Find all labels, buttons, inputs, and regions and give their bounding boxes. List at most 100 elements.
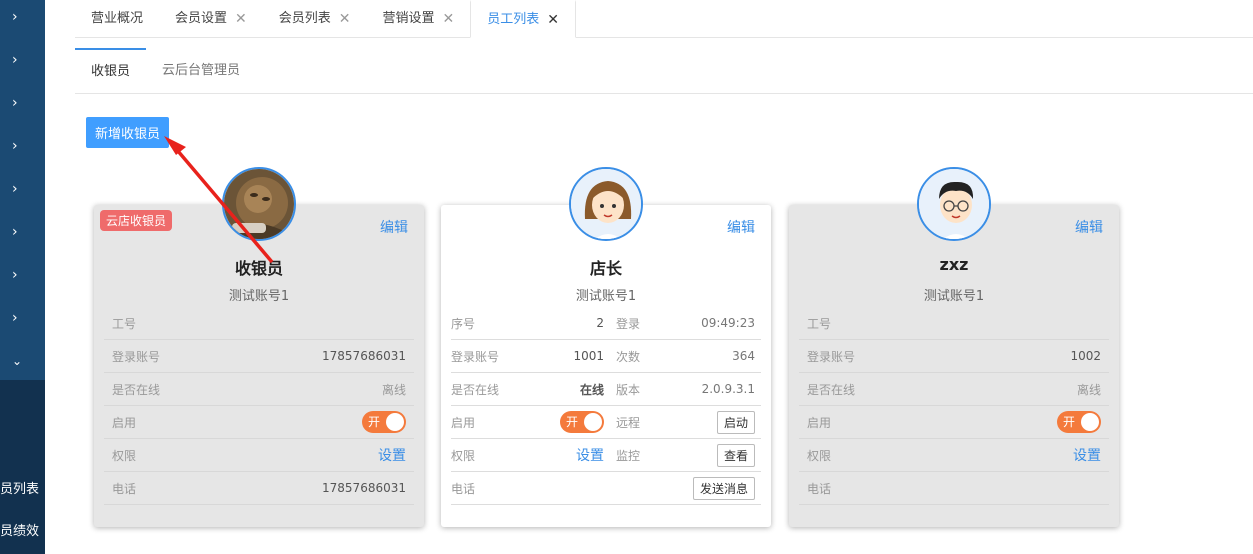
- enabled-toggle[interactable]: 开: [1057, 411, 1101, 433]
- info-row: 次数 364: [606, 340, 761, 373]
- info-row: 登录 09:49:23: [606, 307, 761, 340]
- permission-settings-link[interactable]: 设置: [1073, 445, 1101, 465]
- tab-member-settings[interactable]: 会员设置 ✕: [159, 0, 263, 38]
- staff-card: 云店收银员 编辑 收银员 测试账号1 工号 登录账号 17857686031 是…: [94, 167, 424, 527]
- enabled-toggle[interactable]: 开: [362, 411, 406, 433]
- info-row: 远程 启动: [606, 406, 761, 439]
- staff-name: 店长: [589, 259, 622, 278]
- sidebar-item-staff-list[interactable]: 员列表: [0, 478, 45, 497]
- edit-link[interactable]: 编辑: [1075, 217, 1103, 237]
- row-label: 监控: [616, 448, 641, 463]
- info-row: 发送消息: [606, 472, 761, 505]
- info-row: 版本 2.0.9.3.1: [606, 373, 761, 406]
- toggle-label: 开: [1063, 415, 1076, 429]
- monitor-view-button[interactable]: 查看: [716, 443, 755, 467]
- lion-avatar-icon: [224, 169, 294, 239]
- row-value: 2: [596, 316, 604, 330]
- tab-cloud-admin[interactable]: 云后台管理员: [146, 48, 256, 94]
- row-label: 登录账号: [451, 349, 500, 364]
- row-label: 是否在线: [451, 382, 500, 397]
- sidebar-item-staff-performance[interactable]: 员绩效: [0, 520, 45, 539]
- chevron-right-icon[interactable]: ›: [0, 298, 45, 338]
- row-label: 序号: [451, 316, 476, 331]
- edit-link[interactable]: 编辑: [380, 217, 408, 237]
- avatar: [917, 167, 991, 241]
- row-value: 17857686031: [322, 349, 406, 363]
- chevron-right-icon[interactable]: ›: [0, 40, 45, 80]
- staff-card: 编辑 店长 测试账号1 序号 2 登录账号 1001 是否在线 在线 启用 开 …: [441, 167, 771, 527]
- info-row: 启用 开: [104, 406, 414, 439]
- chevron-right-icon[interactable]: ›: [0, 169, 45, 209]
- client-version: 2.0.9.3.1: [701, 382, 755, 396]
- enabled-toggle[interactable]: 开: [560, 411, 604, 433]
- chevron-right-icon[interactable]: ›: [0, 212, 45, 252]
- row-label: 权限: [807, 448, 832, 463]
- info-column-left: 序号 2 登录账号 1001 是否在线 在线 启用 开 权限 设置 电话: [451, 307, 606, 505]
- close-icon[interactable]: ✕: [339, 0, 351, 38]
- info-row: 登录账号 1002: [799, 340, 1109, 373]
- info-row: 是否在线 在线: [451, 373, 606, 406]
- row-value: 1001: [573, 349, 604, 363]
- remote-start-button[interactable]: 启动: [716, 410, 755, 434]
- row-label: 远程: [616, 415, 641, 430]
- info-row: 登录账号 17857686031: [104, 340, 414, 373]
- login-count: 364: [732, 349, 755, 363]
- toggle-knob: [584, 413, 602, 431]
- girl-avatar-icon: [571, 169, 641, 239]
- row-label: 是否在线: [807, 382, 856, 397]
- staff-account: 测试账号1: [228, 289, 290, 304]
- row-label: 登录账号: [807, 349, 856, 364]
- tab-label: 员工列表: [487, 11, 540, 27]
- toggle-knob: [1081, 413, 1099, 431]
- info-row: 监控 查看: [606, 439, 761, 472]
- staff-info-list: 工号 登录账号 17857686031 是否在线 离线 启用 开 权限 设置 电…: [104, 307, 414, 505]
- info-column-right: 登录 09:49:23 次数 364 版本 2.0.9.3.1 远程 启动 监控: [606, 307, 761, 505]
- tab-marketing-settings[interactable]: 营销设置 ✕: [367, 0, 471, 38]
- staff-info-list: 工号 登录账号 1002 是否在线 离线 启用 开 权限 设置 电话: [799, 307, 1109, 505]
- tab-member-list[interactable]: 会员列表 ✕: [263, 0, 367, 38]
- row-label: 电话: [807, 481, 832, 496]
- send-message-button[interactable]: 发送消息: [692, 476, 755, 500]
- permission-settings-link[interactable]: 设置: [378, 445, 406, 465]
- chevron-right-icon[interactable]: ›: [0, 0, 45, 37]
- online-status: 在线: [579, 382, 604, 397]
- app-root: › › › › › › › › ⌄ 员列表 员绩效 营业概况 会员设置 ✕ 会员…: [0, 0, 1253, 554]
- tab-cashier[interactable]: 收银员: [75, 48, 147, 94]
- chevron-right-icon[interactable]: ›: [0, 126, 45, 166]
- row-label: 权限: [112, 448, 137, 463]
- info-row: 电话 17857686031: [104, 472, 414, 505]
- sub-tab-bar: 收银员 云后台管理员: [75, 48, 1253, 94]
- tab-label: 会员列表: [278, 11, 331, 26]
- chevron-right-icon[interactable]: ›: [0, 83, 45, 123]
- staff-card: 编辑 zxz 测试账号1 工号 登录账号 1002 是否在线 离线 启用 开 权…: [789, 167, 1119, 527]
- info-row: 序号 2: [451, 307, 606, 340]
- info-row: 权限 设置: [104, 439, 414, 472]
- staff-account: 测试账号1: [575, 289, 637, 304]
- top-tab-bar: 营业概况 会员设置 ✕ 会员列表 ✕ 营销设置 ✕ 员工列表 ✕: [75, 0, 1253, 38]
- edit-link[interactable]: 编辑: [727, 217, 755, 237]
- add-cashier-button[interactable]: 新增收银员: [86, 117, 170, 148]
- close-icon[interactable]: ✕: [235, 0, 247, 38]
- staff-account: 测试账号1: [923, 289, 985, 304]
- tab-staff-list[interactable]: 员工列表 ✕: [470, 0, 577, 39]
- info-row: 是否在线 离线: [104, 373, 414, 406]
- info-row: 电话: [451, 472, 606, 505]
- info-row: 是否在线 离线: [799, 373, 1109, 406]
- tab-label: 会员设置: [175, 11, 228, 26]
- sidebar: › › › › › › › › ⌄ 员列表 员绩效: [0, 0, 45, 554]
- chevron-down-icon[interactable]: ⌄: [0, 341, 45, 381]
- online-status: 离线: [381, 382, 406, 397]
- toggle-label: 开: [368, 415, 381, 429]
- online-status: 离线: [1076, 382, 1101, 397]
- close-icon[interactable]: ✕: [547, 1, 559, 39]
- row-label: 启用: [112, 415, 137, 430]
- avatar: [569, 167, 643, 241]
- close-icon[interactable]: ✕: [443, 0, 455, 38]
- permission-settings-link[interactable]: 设置: [576, 445, 604, 465]
- row-label: 登录账号: [112, 349, 161, 364]
- tab-label: 营业概况: [91, 11, 144, 26]
- info-row: 权限 设置: [451, 439, 606, 472]
- row-label: 启用: [451, 415, 476, 430]
- tab-business-overview[interactable]: 营业概况: [75, 0, 159, 38]
- chevron-right-icon[interactable]: ›: [0, 255, 45, 295]
